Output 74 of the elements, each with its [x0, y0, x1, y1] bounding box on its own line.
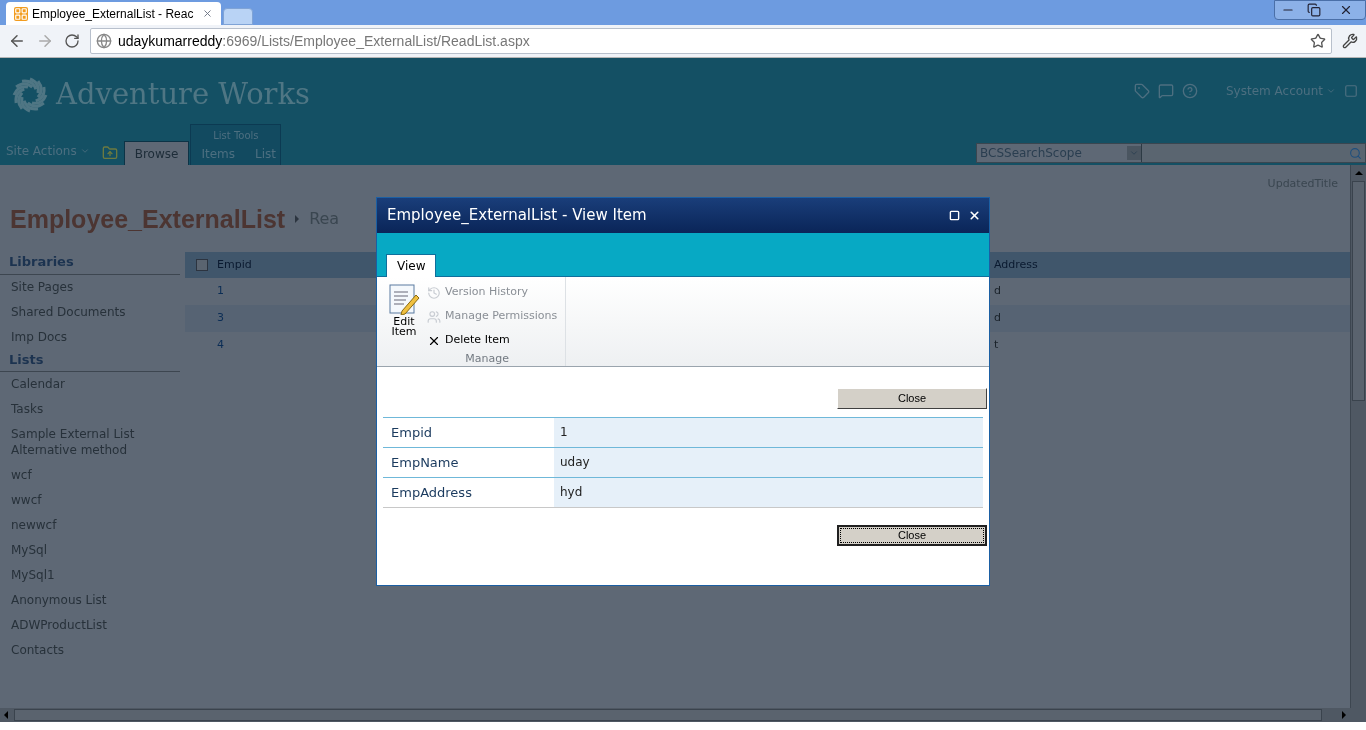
- close-button[interactable]: Close: [837, 388, 987, 409]
- page-icon[interactable]: [1344, 84, 1358, 98]
- scroll-right-icon[interactable]: [1342, 711, 1346, 719]
- nav-heading[interactable]: Libraries: [0, 252, 180, 275]
- ribbon-button[interactable]: Delete Item: [427, 331, 558, 350]
- site-title[interactable]: Adventure Works: [56, 73, 310, 117]
- nav-link[interactable]: Contacts: [0, 638, 180, 663]
- page-title: Employee_ExternalList: [10, 203, 286, 235]
- globe-icon: [96, 33, 112, 49]
- nav-link[interactable]: Tasks: [0, 397, 180, 422]
- edit-item-button[interactable]: Edit Item: [385, 283, 423, 350]
- group-label: Manage: [464, 351, 510, 367]
- restore-icon[interactable]: [1307, 3, 1321, 17]
- reload-icon[interactable]: [64, 33, 80, 49]
- tag-icon[interactable]: [1134, 83, 1150, 99]
- field-value: hyd: [554, 478, 983, 507]
- dialog-title: Employee_ExternalList - View Item: [387, 205, 648, 227]
- column-header[interactable]: Address: [994, 256, 1350, 274]
- maximize-icon[interactable]: [949, 210, 960, 221]
- field-label: Empid: [390, 423, 433, 442]
- table-cell-text: d: [994, 310, 1002, 327]
- table-cell-text: t: [994, 337, 1000, 354]
- nav-link[interactable]: Sample External List Alternative method: [0, 422, 180, 463]
- nav-link[interactable]: Imp Docs: [0, 324, 180, 350]
- table-cell-text: d: [994, 283, 1002, 300]
- scroll-up-icon[interactable]: [1354, 171, 1363, 175]
- help-icon[interactable]: [1182, 83, 1198, 99]
- horizontal-scrollbar[interactable]: [0, 708, 1366, 722]
- tab-title: Employee_ExternalList - Reac: [32, 5, 195, 23]
- user-menu[interactable]: System Account: [1226, 82, 1336, 100]
- notes-icon[interactable]: [1158, 83, 1174, 99]
- caret-icon: [79, 146, 90, 156]
- ribbon-tab[interactable]: View: [386, 254, 437, 277]
- breadcrumb-arrow-icon: [295, 215, 300, 224]
- nav-link[interactable]: MySql1: [0, 563, 180, 588]
- nav-link[interactable]: wwcf: [0, 488, 180, 513]
- nav-heading[interactable]: Lists: [0, 349, 180, 372]
- folder-icon[interactable]: [101, 145, 118, 161]
- close-button[interactable]: Close: [837, 525, 987, 546]
- nav-link[interactable]: MySql: [0, 538, 180, 563]
- browser-tab[interactable]: Employee_ExternalList - Reac: [6, 2, 221, 25]
- people-icon: [427, 309, 441, 324]
- nav-link[interactable]: Anonymous List: [0, 588, 180, 613]
- field-label: EmpName: [390, 453, 460, 472]
- browser-tab[interactable]: [223, 8, 253, 25]
- nav-link[interactable]: ADWProductList: [0, 613, 180, 638]
- site-icon: [14, 6, 28, 21]
- ribbon-tab[interactable]: Browse: [123, 141, 190, 165]
- star-icon[interactable]: [1310, 33, 1326, 49]
- select-all-checkbox[interactable]: [196, 259, 208, 271]
- history-icon: [427, 285, 441, 300]
- nav-link[interactable]: wcf: [0, 463, 180, 488]
- group-label: List Tools: [212, 129, 260, 143]
- site-actions-menu[interactable]: Site Actions: [0, 142, 96, 165]
- settings-icon[interactable]: [1342, 33, 1358, 49]
- caret-icon: [1326, 86, 1336, 96]
- field-value: 1: [554, 418, 983, 447]
- ribbon-tab[interactable]: Items: [191, 143, 245, 165]
- nav-link[interactable]: Calendar: [0, 372, 180, 397]
- nav-link[interactable]: Shared Documents: [0, 299, 180, 325]
- edit-form-icon: [388, 283, 420, 315]
- vertical-scrollbar[interactable]: [1350, 165, 1366, 708]
- ribbon-tab[interactable]: List: [244, 143, 286, 165]
- close-icon[interactable]: [1339, 3, 1353, 17]
- close-icon[interactable]: [968, 209, 981, 222]
- forward-icon[interactable]: [36, 32, 54, 50]
- nav-link[interactable]: newwcf: [0, 513, 180, 538]
- scroll-left-icon[interactable]: [4, 711, 8, 719]
- field-value: uday: [554, 448, 983, 477]
- back-icon[interactable]: [8, 32, 26, 50]
- url-text: udaykumarreddy:6969/Lists/Employee_ExternalList/ReadList.aspx: [118, 31, 530, 51]
- address-bar[interactable]: udaykumarreddy:6969/Lists/Employee_ExternalList/ReadList.aspx: [90, 28, 1332, 54]
- field-label: EmpAddress: [390, 483, 473, 502]
- nav-link[interactable]: Site Pages: [0, 274, 180, 300]
